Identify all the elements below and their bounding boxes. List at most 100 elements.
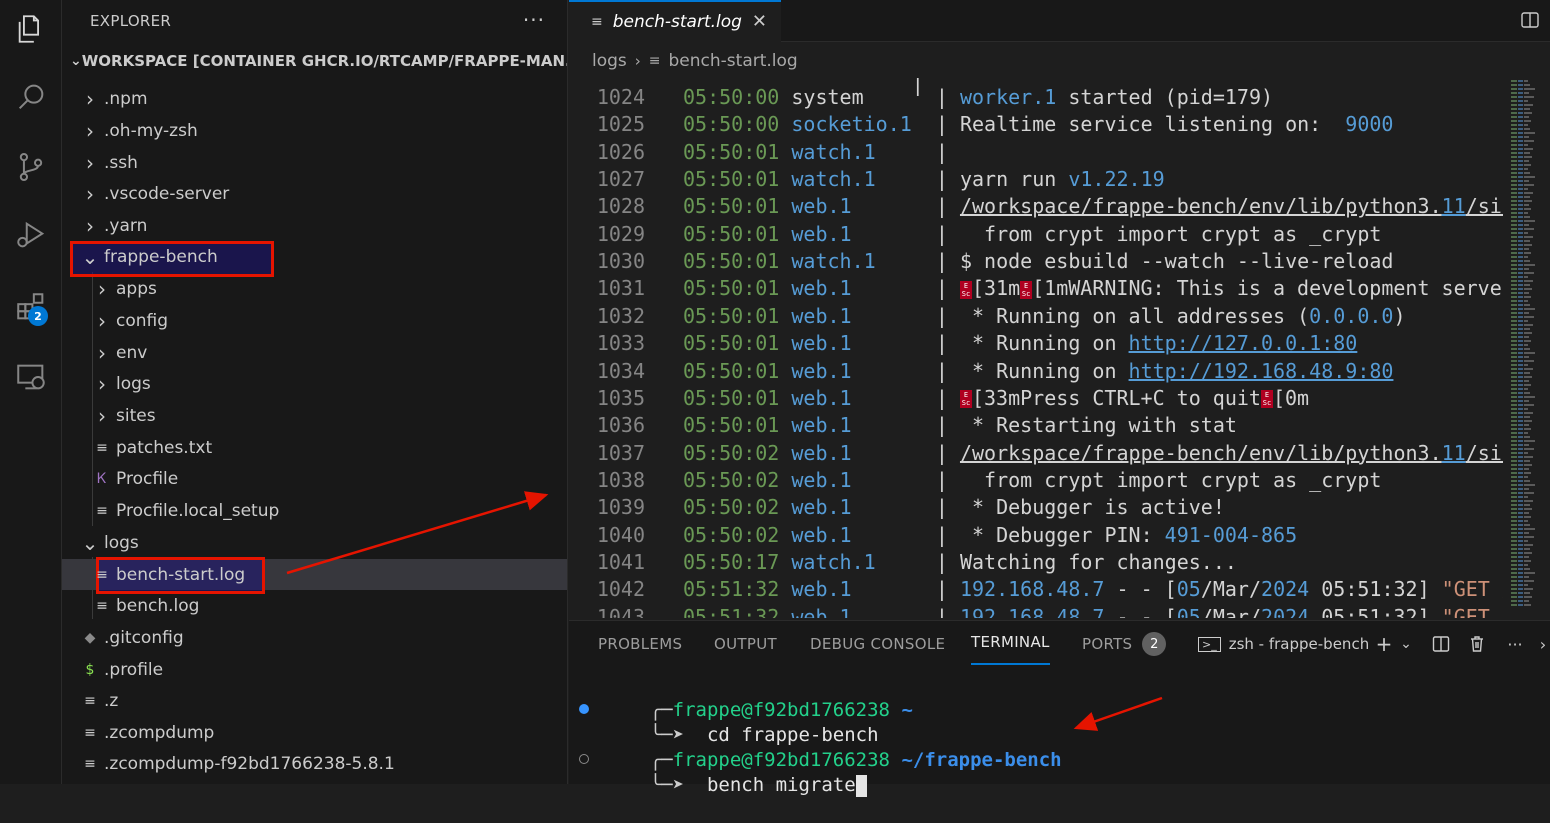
- minimap-line: [1524, 412, 1533, 414]
- tree-item[interactable]: › .yarn: [62, 210, 567, 241]
- chevron-right-icon: ›: [86, 118, 94, 143]
- terminal[interactable]: ╭─frappe@f92bd1766238 ~ ╰─➤ cd frappe-be…: [569, 666, 1550, 797]
- log-timestamp: 05:51:32: [683, 577, 780, 602]
- tree-item[interactable]: $ .profile: [62, 654, 567, 685]
- minimap-line: [1524, 524, 1530, 526]
- tree-item[interactable]: ⌄ frappe-bench: [62, 241, 567, 272]
- tree-item[interactable]: ≡ .z: [62, 685, 567, 716]
- tree-item[interactable]: ≡ .zcompdump: [62, 717, 567, 748]
- command-success-decoration[interactable]: [579, 704, 589, 714]
- tree-item[interactable]: › .npm: [62, 83, 567, 114]
- split-terminal-icon[interactable]: [1430, 633, 1452, 655]
- code-line: 1043 05:51:32 web.1 | 192.168.48.7 - - [0…: [569, 604, 1503, 618]
- log-link[interactable]: http://127.0.0.1:80: [1129, 331, 1358, 355]
- terminal-selector[interactable]: >_ zsh - frappe-bench: [1198, 621, 1369, 667]
- code-line: 1025 05:50:00 socketio.1 | Realtime servi…: [569, 111, 1503, 138]
- minimap-line: [1511, 316, 1517, 318]
- tree-item[interactable]: › env: [62, 337, 567, 368]
- tab-terminal[interactable]: TERMINAL: [971, 621, 1050, 665]
- minimap-line: [1524, 560, 1531, 562]
- minimap-line: [1511, 468, 1517, 470]
- tree-item[interactable]: ≡ .zcompdump-f92bd1766238-5.8.1: [62, 748, 567, 779]
- more-icon[interactable]: ···: [1504, 633, 1526, 655]
- close-icon[interactable]: ✕: [752, 11, 767, 32]
- trash-icon[interactable]: [1466, 633, 1488, 655]
- tree-item[interactable]: Ꮶ Procfile: [62, 463, 567, 494]
- more-actions-icon[interactable]: ···: [523, 8, 545, 32]
- search-icon[interactable]: [8, 72, 54, 122]
- breadcrumb-folder[interactable]: logs: [592, 51, 627, 71]
- log-link[interactable]: http://192.168.48.9:80: [1129, 359, 1394, 383]
- minimap-line: [1511, 284, 1517, 286]
- remote-explorer-icon[interactable]: [8, 352, 54, 402]
- tree-item-label: sites: [116, 405, 156, 426]
- workspace-header[interactable]: ⌄ WORKSPACE [CONTAINER GHCR.IO/RTCAMP/FR…: [62, 46, 567, 76]
- log-timestamp: 05:50:01: [683, 249, 780, 274]
- tab-ports[interactable]: PORTS 2: [1082, 621, 1167, 667]
- tree-item[interactable]: › logs: [62, 368, 567, 399]
- tree-item[interactable]: › sites: [62, 400, 567, 431]
- tab-debug-console[interactable]: DEBUG CONSOLE: [810, 621, 945, 667]
- tree-item[interactable]: ≡ Procfile.local_setup: [62, 495, 567, 526]
- log-process: web.1: [791, 440, 936, 465]
- minimap-line: [1518, 168, 1523, 170]
- minimap-line: [1524, 336, 1529, 338]
- log-process: web.1: [791, 276, 936, 301]
- split-editor-icon[interactable]: [1520, 10, 1540, 30]
- tab-bench-start-log[interactable]: ≡ bench-start.log ✕: [569, 0, 781, 42]
- tree-item[interactable]: ◆ .gitconfig: [62, 622, 567, 653]
- escape-char-icon: E Sc: [1020, 280, 1033, 299]
- minimap-line: [1518, 564, 1523, 566]
- minimap-line: [1511, 324, 1517, 326]
- add-terminal-icon[interactable]: +: [1373, 632, 1395, 656]
- minimap-line: [1518, 488, 1523, 490]
- minimap-line: [1511, 340, 1517, 342]
- minimap-line: [1524, 392, 1530, 394]
- explorer-icon[interactable]: [8, 4, 54, 54]
- minimap-line: [1524, 132, 1535, 134]
- tree-item-label: logs: [116, 373, 151, 394]
- log-process: web.1: [791, 604, 936, 618]
- log-content: 05:50:00 system | worker.1 started (pid=…: [683, 85, 1274, 109]
- minimap-line: [1524, 396, 1535, 398]
- run-debug-icon[interactable]: [8, 210, 54, 260]
- chevron-right-icon: ›: [98, 371, 106, 396]
- minimap-line: [1511, 564, 1517, 566]
- code-editor[interactable]: | 1024 05:50:00 system | worker.1 started…: [569, 78, 1503, 618]
- tree-item[interactable]: ≡ bench-start.log: [62, 559, 567, 590]
- tree-item[interactable]: ⌄ logs: [62, 527, 567, 558]
- minimap-line: [1511, 156, 1517, 158]
- minimap-line: [1518, 308, 1523, 310]
- minimap[interactable]: [1503, 78, 1550, 618]
- minimap-line: [1518, 280, 1523, 282]
- tree-item[interactable]: ≡ patches.txt: [62, 432, 567, 463]
- tab-problems[interactable]: PROBLEMS: [598, 621, 682, 667]
- minimap-line: [1518, 336, 1523, 338]
- tree-item[interactable]: › config: [62, 305, 567, 336]
- minimap-line: [1511, 384, 1517, 386]
- tree-item[interactable]: › apps: [62, 273, 567, 304]
- minimap-line: [1524, 148, 1533, 150]
- breadcrumb-file[interactable]: bench-start.log: [669, 51, 798, 71]
- minimap-line: [1524, 120, 1531, 122]
- extensions-icon[interactable]: 2: [8, 282, 54, 332]
- tab-output[interactable]: OUTPUT: [714, 621, 777, 667]
- chevron-down-icon[interactable]: ⌄: [1395, 633, 1417, 655]
- tree-item[interactable]: ≡ bench.log: [62, 590, 567, 621]
- close-icon[interactable]: ›: [1532, 633, 1550, 655]
- minimap-line: [1518, 348, 1523, 350]
- minimap-line: [1524, 232, 1528, 234]
- log-text: [0m: [1272, 385, 1310, 410]
- tree-item-label: .ssh: [104, 152, 138, 173]
- tree-item[interactable]: › .ssh: [62, 147, 567, 178]
- source-control-icon[interactable]: [8, 142, 54, 192]
- minimap-line: [1511, 244, 1517, 246]
- tree-item[interactable]: › .vscode-server: [62, 178, 567, 209]
- minimap-line: [1524, 316, 1534, 318]
- line-number: 1043: [596, 604, 645, 618]
- command-pending-decoration[interactable]: [579, 754, 589, 764]
- minimap-line: [1511, 356, 1517, 358]
- minimap-line: [1518, 352, 1523, 354]
- log-timestamp: 05:50:00: [683, 112, 780, 137]
- tree-item[interactable]: › .oh-my-zsh: [62, 115, 567, 146]
